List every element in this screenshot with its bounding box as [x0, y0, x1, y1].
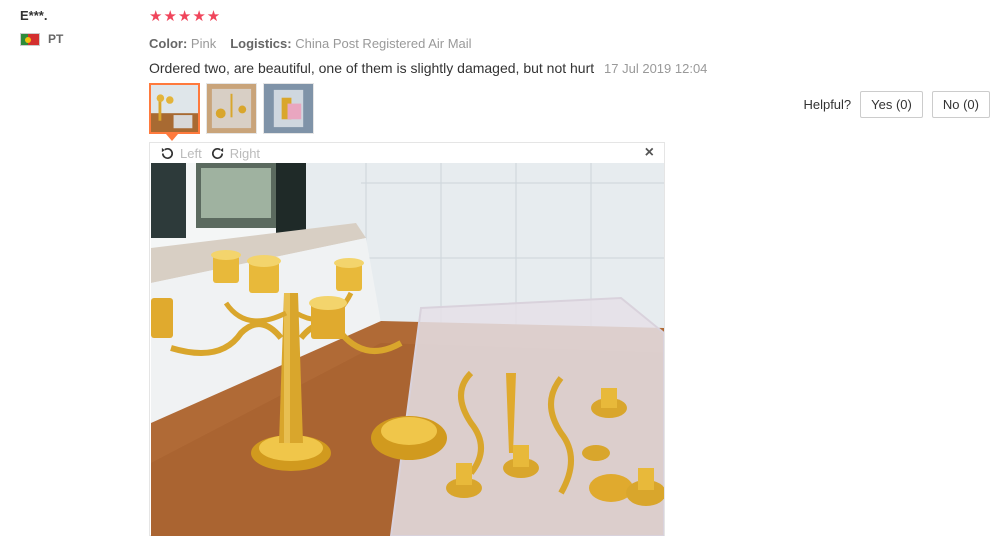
reviewer-country: PT: [20, 32, 130, 46]
review-thumbnails: [149, 83, 314, 134]
color-label: Color:: [149, 36, 188, 51]
image-viewer: Left Right ×: [149, 142, 665, 536]
color-value: Pink: [190, 36, 217, 51]
country-code: PT: [48, 32, 64, 46]
review-date: 17 Jul 2019 12:04: [604, 61, 708, 76]
rotate-right-icon: [211, 147, 223, 159]
reviewer-name: E***.: [20, 8, 48, 23]
review-meta: Color: Pink Logistics: China Post Regist…: [149, 36, 989, 51]
active-thumbnail-caret: [166, 134, 178, 141]
reviewer-info: E***. PT: [20, 8, 130, 46]
review-thumbnail[interactable]: [149, 83, 200, 134]
rotate-right-button[interactable]: Right: [210, 146, 260, 161]
review-photo: [151, 163, 664, 536]
helpful-label: Helpful?: [803, 97, 852, 112]
rotate-left-label: Left: [180, 145, 202, 161]
logistics-attribute: Logistics: China Post Registered Air Mai…: [230, 36, 471, 51]
close-viewer-button[interactable]: ×: [645, 144, 654, 162]
review-body: ★★★★★ Color: Pink Logistics: China Post …: [149, 8, 989, 76]
review-text-line: Ordered two, are beautiful, one of them …: [149, 60, 989, 76]
color-attribute: Color: Pink: [149, 36, 216, 51]
logistics-value: China Post Registered Air Mail: [295, 36, 472, 51]
helpful-yes-button[interactable]: Yes (0): [860, 91, 923, 118]
portugal-flag-icon: [20, 32, 40, 46]
rotate-right-label: Right: [229, 145, 261, 161]
rotate-left-icon: [161, 147, 174, 159]
logistics-label: Logistics:: [230, 36, 292, 51]
star-rating: ★★★★★: [149, 8, 222, 25]
review-thumbnail[interactable]: [206, 83, 257, 134]
helpful-no-button[interactable]: No (0): [931, 91, 990, 118]
review-text: Ordered two, are beautiful, one of them …: [149, 60, 595, 76]
viewer-toolbar: Left Right: [150, 143, 664, 163]
helpful-section: Helpful? Yes (0) No (0): [803, 91, 990, 118]
review-thumbnail[interactable]: [263, 83, 314, 134]
rotate-left-button[interactable]: Left: [160, 146, 202, 161]
